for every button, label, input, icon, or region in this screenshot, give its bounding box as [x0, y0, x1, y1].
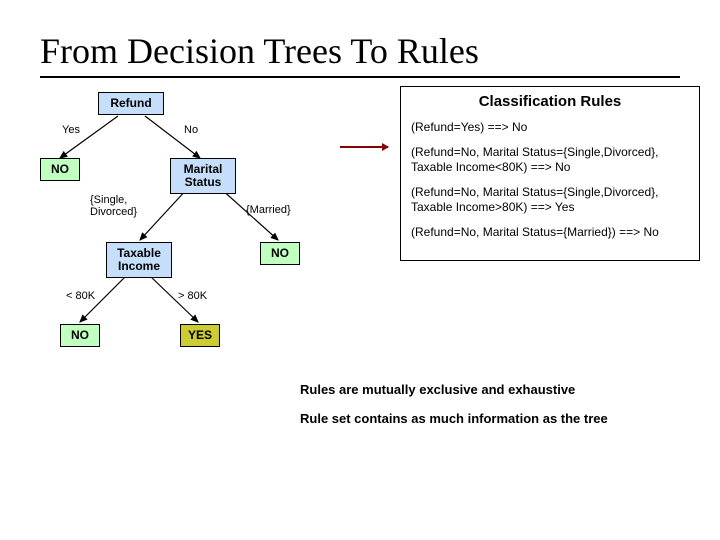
edge-label-yes: Yes — [62, 124, 80, 136]
node-taxable-income: Taxable Income — [106, 242, 172, 278]
content-area: Refund NO Marital Status Taxable Income … — [40, 92, 680, 452]
arrow-icon — [340, 146, 388, 148]
rule-4: (Refund=No, Marital Status={Married}) ==… — [411, 225, 689, 240]
edge-label-married: {Married} — [246, 204, 291, 216]
decision-tree: Refund NO Marital Status Taxable Income … — [30, 92, 350, 412]
leaf-yes-high-income: YES — [180, 324, 220, 347]
notes: Rules are mutually exclusive and exhaust… — [300, 382, 700, 440]
rule-3: (Refund=No, Marital Status={Single,Divor… — [411, 185, 689, 215]
node-refund: Refund — [98, 92, 164, 115]
tree-connectors — [30, 92, 350, 412]
edge-label-gt80k: > 80K — [178, 290, 207, 302]
rule-2: (Refund=No, Marital Status={Single,Divor… — [411, 145, 689, 175]
node-marital-status: Marital Status — [170, 158, 236, 194]
rule-1: (Refund=Yes) ==> No — [411, 120, 689, 135]
leaf-no-refund-yes: NO — [40, 158, 80, 181]
edge-label-no: No — [184, 124, 198, 136]
note-line-1: Rules are mutually exclusive and exhaust… — [300, 382, 700, 397]
classification-rules-box: Classification Rules (Refund=Yes) ==> No… — [400, 86, 700, 261]
edge-label-single-divorced: {Single, Divorced} — [90, 194, 160, 218]
edge-label-lt80k: < 80K — [66, 290, 95, 302]
note-line-2: Rule set contains as much information as… — [300, 411, 700, 426]
leaf-no-low-income: NO — [60, 324, 100, 347]
slide: From Decision Trees To Rules — [0, 0, 720, 540]
leaf-no-married: NO — [260, 242, 300, 265]
rules-heading: Classification Rules — [411, 93, 689, 110]
title-underline — [40, 76, 680, 78]
slide-title: From Decision Trees To Rules — [40, 30, 680, 72]
